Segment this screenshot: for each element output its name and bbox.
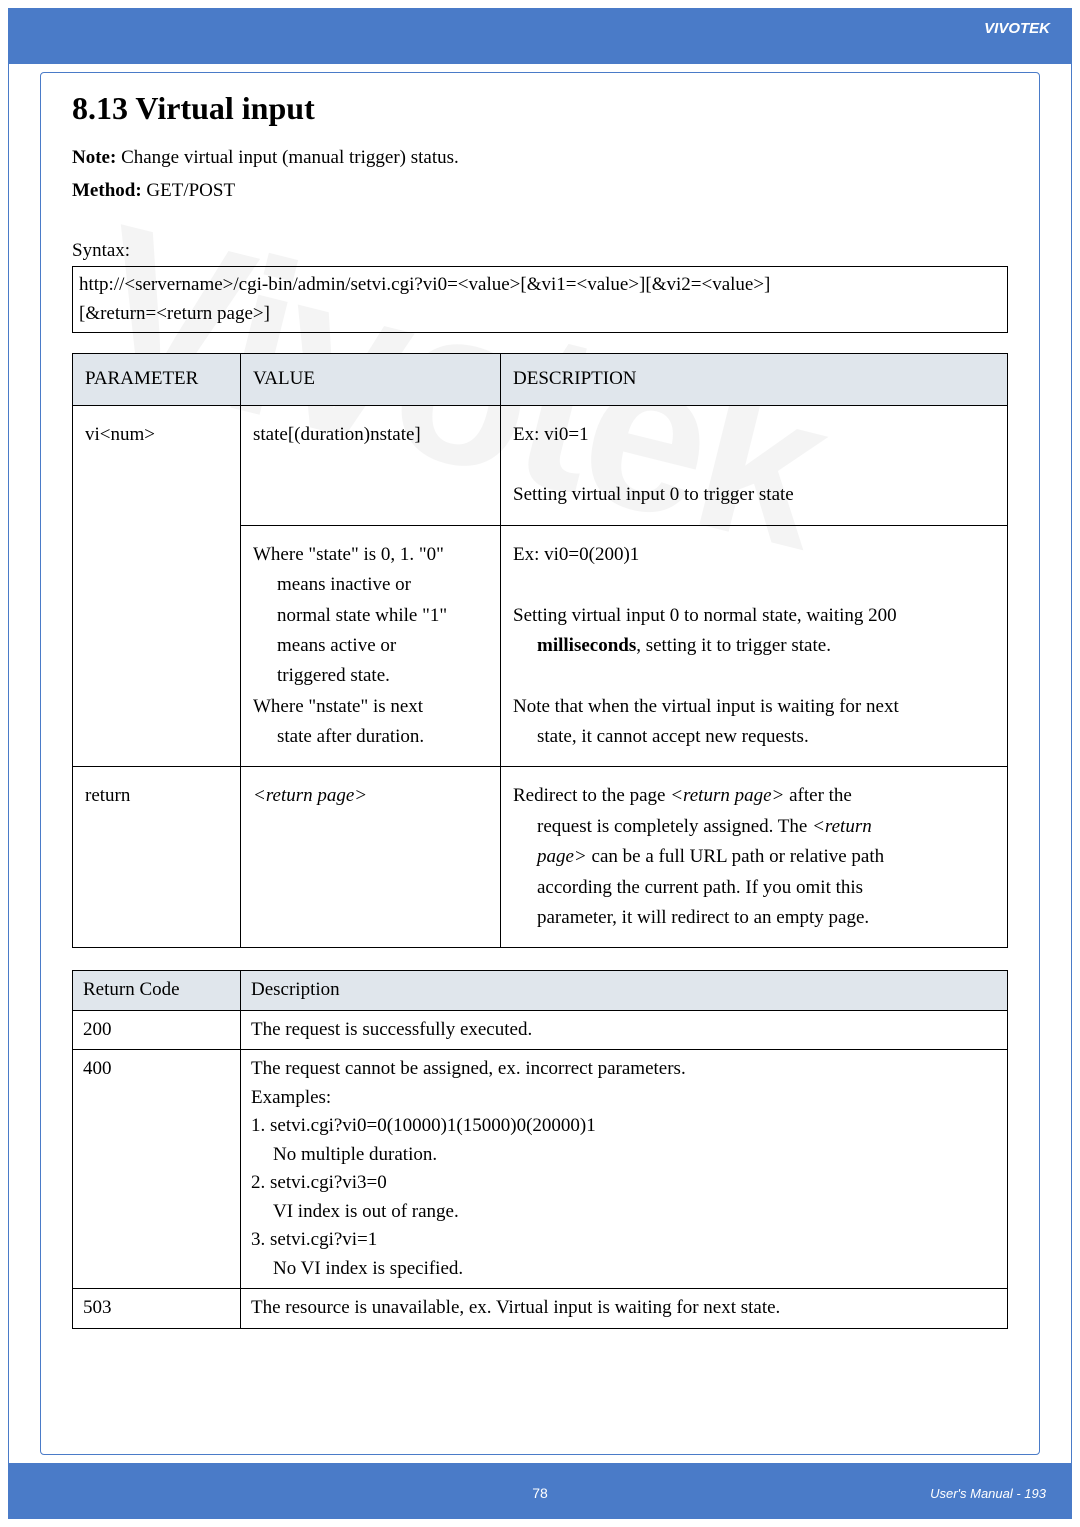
note-label: Note: [72,147,116,168]
table-row: 400 The request cannot be assigned, ex. … [73,1050,1008,1289]
cell-code: 503 [73,1289,241,1329]
cell-value: <return page> [241,767,501,948]
value-text: means active or [253,631,488,661]
table-row: Where "state" is 0, 1. "0" means inactiv… [73,525,1008,767]
desc-italic: page> [537,846,587,867]
col-value: VALUE [241,354,501,405]
desc-text: page> can be a full URL path or relative… [513,842,995,872]
desc-text: VI index is out of range. [251,1198,997,1227]
syntax-line: [&return=<return page>] [79,303,270,324]
cell-code: 400 [73,1050,241,1289]
section-heading: 8.13 Virtual input [72,90,1008,127]
value-text: means inactive or [253,570,488,600]
table-row: return <return page> Redirect to the pag… [73,767,1008,948]
value-text: Where "nstate" is next [253,696,423,717]
desc-text: Ex: vi0=0(200)1 [513,544,639,565]
desc-text: Setting virtual input 0 to normal state,… [513,605,897,626]
cell-param [73,525,241,767]
cell-desc: The request is successfully executed. [241,1010,1008,1050]
desc-text: 2. setvi.cgi?vi3=0 [251,1172,387,1193]
value-text: triggered state. [253,661,488,691]
cell-desc: The request cannot be assigned, ex. inco… [241,1050,1008,1289]
desc-text: Setting virtual input 0 to trigger state [513,484,794,505]
col-description: Description [241,971,1008,1011]
table-header-row: PARAMETER VALUE DESCRIPTION [73,354,1008,405]
cell-value: state[(duration)nstate] [241,405,501,525]
table-header-row: Return Code Description [73,971,1008,1011]
value-italic: <return page> [253,785,367,806]
desc-text: 1. setvi.cgi?vi0=0(10000)1(15000)0(20000… [251,1115,596,1136]
desc-text: state, it cannot accept new requests. [513,722,995,752]
page-number: 78 [0,1485,1080,1501]
desc-text: after the [784,785,852,806]
syntax-box: http://<servername>/cgi-bin/admin/setvi.… [72,266,1008,333]
cell-param: return [73,767,241,948]
desc-text: request is completely assigned. The <ret… [513,812,995,842]
desc-text: Redirect to the page [513,785,670,806]
desc-text: parameter, it will redirect to an empty … [513,903,995,933]
desc-text: No multiple duration. [251,1141,997,1170]
desc-text: milliseconds, setting it to trigger stat… [513,631,995,661]
syntax-line: http://<servername>/cgi-bin/admin/setvi.… [79,274,770,295]
note-line: Note: Change virtual input (manual trigg… [72,145,1008,172]
page-content: 8.13 Virtual input Note: Change virtual … [72,90,1008,1329]
table-row: 200 The request is successfully executed… [73,1010,1008,1050]
desc-text: Note that when the virtual input is wait… [513,696,899,717]
cell-code: 200 [73,1010,241,1050]
desc-text: Ex: vi0=1 [513,424,589,445]
col-return-code: Return Code [73,971,241,1011]
col-parameter: PARAMETER [73,354,241,405]
brand-label: VIVOTEK [984,20,1050,37]
header-bar [8,8,1072,64]
value-text: Where "state" is 0, 1. "0" [253,544,444,565]
method-label: Method: [72,180,142,201]
desc-text: 3. setvi.cgi?vi=1 [251,1229,377,1250]
manual-page-label: User's Manual - 193 [930,1486,1046,1501]
desc-text: Examples: [251,1087,331,1108]
desc-text: according the current path. If you omit … [513,873,995,903]
note-text: Change virtual input (manual trigger) st… [116,147,458,168]
cell-desc: Ex: vi0=1 Setting virtual input 0 to tri… [501,405,1008,525]
method-text: GET/POST [142,180,235,201]
method-line: Method: GET/POST [72,178,1008,205]
return-code-table: Return Code Description 200 The request … [72,970,1008,1329]
value-text: state after duration. [253,722,488,752]
table-row: 503 The resource is unavailable, ex. Vir… [73,1289,1008,1329]
cell-desc: The resource is unavailable, ex. Virtual… [241,1289,1008,1329]
table-row: vi<num> state[(duration)nstate] Ex: vi0=… [73,405,1008,525]
col-description: DESCRIPTION [501,354,1008,405]
parameter-table: PARAMETER VALUE DESCRIPTION vi<num> stat… [72,353,1008,948]
desc-text: , setting it to trigger state. [636,635,831,656]
cell-value: Where "state" is 0, 1. "0" means inactiv… [241,525,501,767]
cell-desc: Ex: vi0=0(200)1 Setting virtual input 0 … [501,525,1008,767]
cell-desc: Redirect to the page <return page> after… [501,767,1008,948]
desc-text: No VI index is specified. [251,1255,997,1284]
syntax-label: Syntax: [72,240,1008,262]
desc-bold: milliseconds [537,635,636,656]
desc-italic: <return [812,816,872,837]
desc-text: The request cannot be assigned, ex. inco… [251,1058,686,1079]
value-text: normal state while "1" [253,601,488,631]
desc-italic: <return page> [670,785,784,806]
cell-param: vi<num> [73,405,241,525]
